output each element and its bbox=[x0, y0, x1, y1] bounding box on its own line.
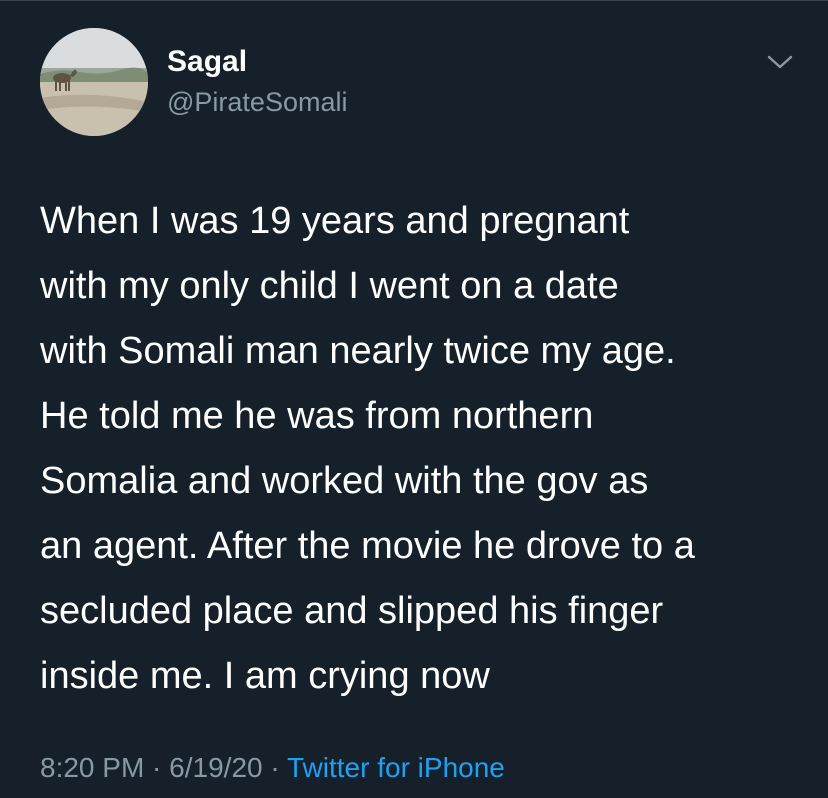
meta-separator: · bbox=[144, 752, 170, 783]
top-divider bbox=[0, 0, 828, 1]
tweet-text-line: secluded place and slipped his finger bbox=[40, 590, 664, 632]
display-name[interactable]: Sagal bbox=[167, 45, 247, 79]
tweet-text: When I was 19 years and pregnant with my… bbox=[40, 189, 800, 709]
tweet-date[interactable]: 6/19/20 bbox=[169, 752, 262, 783]
tweet-source-link[interactable]: Twitter for iPhone bbox=[287, 752, 505, 783]
avatar[interactable] bbox=[40, 28, 148, 136]
chevron-down-icon bbox=[767, 55, 793, 69]
tweet-text-line: an agent. After the movie he drove to a bbox=[40, 525, 695, 567]
tweet-text-line: When I was 19 years and pregnant bbox=[40, 200, 630, 242]
user-handle[interactable]: @PirateSomali bbox=[167, 86, 347, 118]
tweet-text-line: with my only child I went on a date bbox=[40, 265, 619, 307]
tweet-text-line: He told me he was from northern bbox=[40, 395, 594, 437]
tweet-menu-button[interactable] bbox=[758, 44, 802, 80]
avatar-photo bbox=[40, 28, 148, 136]
tweet-time[interactable]: 8:20 PM bbox=[40, 752, 144, 783]
meta-separator: · bbox=[262, 752, 287, 783]
tweet-text-line: Somalia and worked with the gov as bbox=[40, 460, 649, 502]
tweet-meta: 8:20 PM · 6/19/20 · Twitter for iPhone bbox=[40, 749, 505, 787]
tweet-text-line: inside me. I am crying now bbox=[40, 655, 490, 697]
tweet-text-line: with Somali man nearly twice my age. bbox=[40, 330, 676, 372]
